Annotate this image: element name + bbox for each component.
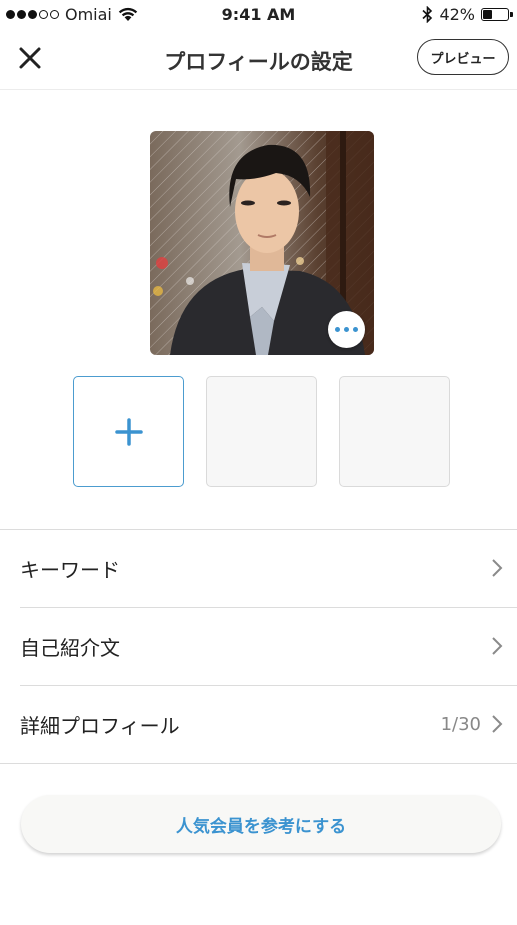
status-right: 42% (422, 5, 513, 24)
photo-more-button[interactable] (328, 311, 365, 348)
list-item-label: キーワード (20, 558, 120, 582)
photo-slot-3[interactable] (339, 376, 450, 487)
preview-button[interactable]: プレビュー (417, 39, 509, 75)
battery-percent: 42% (439, 5, 475, 24)
battery-icon (481, 8, 513, 21)
list-item-detailed-profile[interactable]: 詳細プロフィール 1/30 (0, 686, 517, 764)
plus-icon (114, 417, 143, 446)
bluetooth-icon (422, 6, 433, 23)
list-item-label: 詳細プロフィール (20, 714, 180, 738)
add-photo-button[interactable] (73, 376, 184, 487)
list-item-label: 自己紹介文 (20, 636, 120, 660)
list-item-progress: 1/30 (440, 714, 481, 735)
list-item-self-introduction[interactable]: 自己紹介文 (20, 608, 517, 686)
main-profile-photo[interactable] (150, 131, 374, 355)
status-bar: Omiai 9:41 AM 42% (0, 0, 517, 30)
chevron-right-icon (492, 559, 503, 577)
nav-bar: プロフィールの設定 プレビュー (0, 30, 517, 90)
chevron-right-icon (492, 637, 503, 655)
more-icon (335, 327, 340, 332)
photo-slot-2[interactable] (206, 376, 317, 487)
list-item-keyword[interactable]: キーワード (20, 530, 517, 608)
chevron-right-icon (492, 715, 503, 733)
settings-list: キーワード 自己紹介文 詳細プロフィール 1/30 (0, 529, 517, 764)
reference-popular-members-button[interactable]: 人気会員を参考にする (21, 795, 501, 853)
